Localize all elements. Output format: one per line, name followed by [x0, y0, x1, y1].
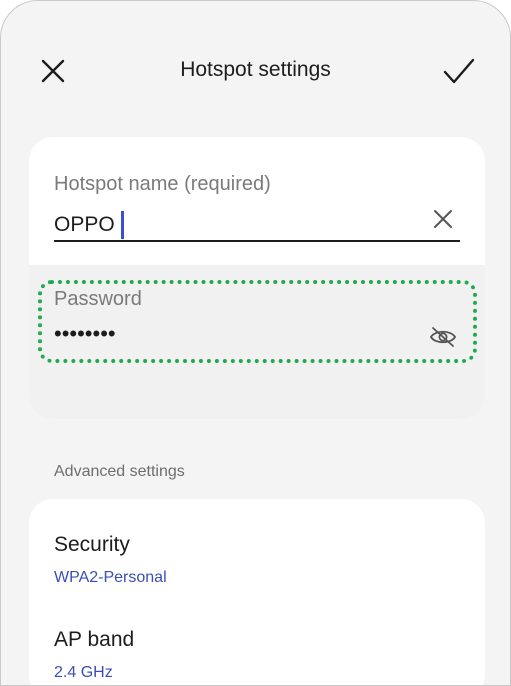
hotspot-name-label: Hotspot name (required): [54, 173, 271, 195]
toggle-password-visibility-button[interactable]: [425, 319, 461, 355]
hotspot-credentials-card: Hotspot name (required) OPPO Password ••…: [29, 137, 485, 419]
confirm-button[interactable]: [437, 49, 481, 93]
ap-band-title: AP band: [54, 628, 135, 651]
advanced-settings-label: Advanced settings: [54, 463, 185, 480]
advanced-settings-card: Security WPA2-Personal AP band 2.4 GHz: [29, 499, 485, 685]
hotspot-name-input[interactable]: OPPO: [54, 211, 124, 239]
hotspot-name-underline: [54, 240, 460, 242]
security-title: Security: [54, 533, 130, 556]
check-icon: [443, 58, 475, 84]
clear-icon: [434, 210, 452, 228]
hotspot-settings-screen: Hotspot settings Hotspot name (required)…: [0, 0, 511, 686]
page-title: Hotspot settings: [180, 58, 331, 81]
hotspot-name-section: [29, 137, 485, 265]
eye-off-icon: [429, 327, 457, 347]
ap-band-value: 2.4 GHz: [54, 664, 113, 681]
security-value: WPA2-Personal: [54, 569, 167, 586]
text-cursor: [120, 211, 124, 239]
hotspot-name-value: OPPO: [54, 213, 115, 236]
app-bar: Hotspot settings: [1, 41, 510, 101]
password-label: Password: [54, 288, 142, 310]
clear-name-button[interactable]: [425, 201, 461, 237]
password-input[interactable]: ••••••••: [54, 321, 116, 347]
